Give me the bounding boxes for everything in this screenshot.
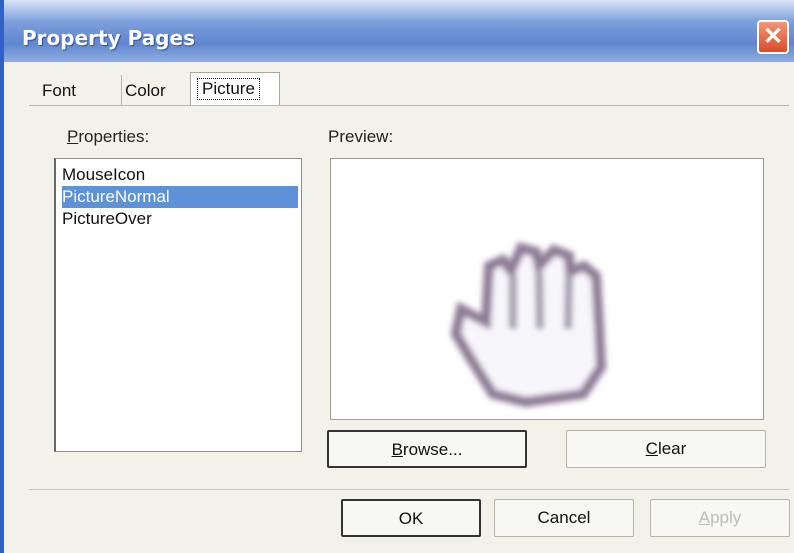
preview-pane [330,158,764,420]
tab-font[interactable]: Font [42,75,76,106]
close-button[interactable]: ✕ [757,20,789,54]
tab-picture[interactable]: Picture [190,72,280,106]
tab-color[interactable]: Color [121,75,166,106]
list-item-mouseicon[interactable]: MouseIcon [62,164,298,186]
preview-label: Preview: [328,127,394,146]
cancel-button[interactable]: Cancel [494,499,634,537]
properties-listbox[interactable]: MouseIcon PictureNormal PictureOver [54,158,302,452]
tab-picture-label: Picture [197,78,260,100]
ok-button[interactable]: OK [341,499,481,537]
list-item-picturenormal[interactable]: PictureNormal [62,186,298,208]
properties-label: Properties: [67,127,150,146]
list-item-pictureover[interactable]: PictureOver [62,208,298,230]
apply-button[interactable]: Apply [650,499,790,537]
title-bar[interactable]: Property Pages ✕ [4,0,794,62]
button-separator [29,489,789,490]
clear-button[interactable]: Clear [566,430,766,468]
hand-cursor-icon [450,242,607,408]
browse-button[interactable]: Browse... [327,430,527,468]
window-title: Property Pages [22,26,195,50]
property-pages-dialog: Property Pages ✕ Font Color Picture Prop… [0,0,794,553]
